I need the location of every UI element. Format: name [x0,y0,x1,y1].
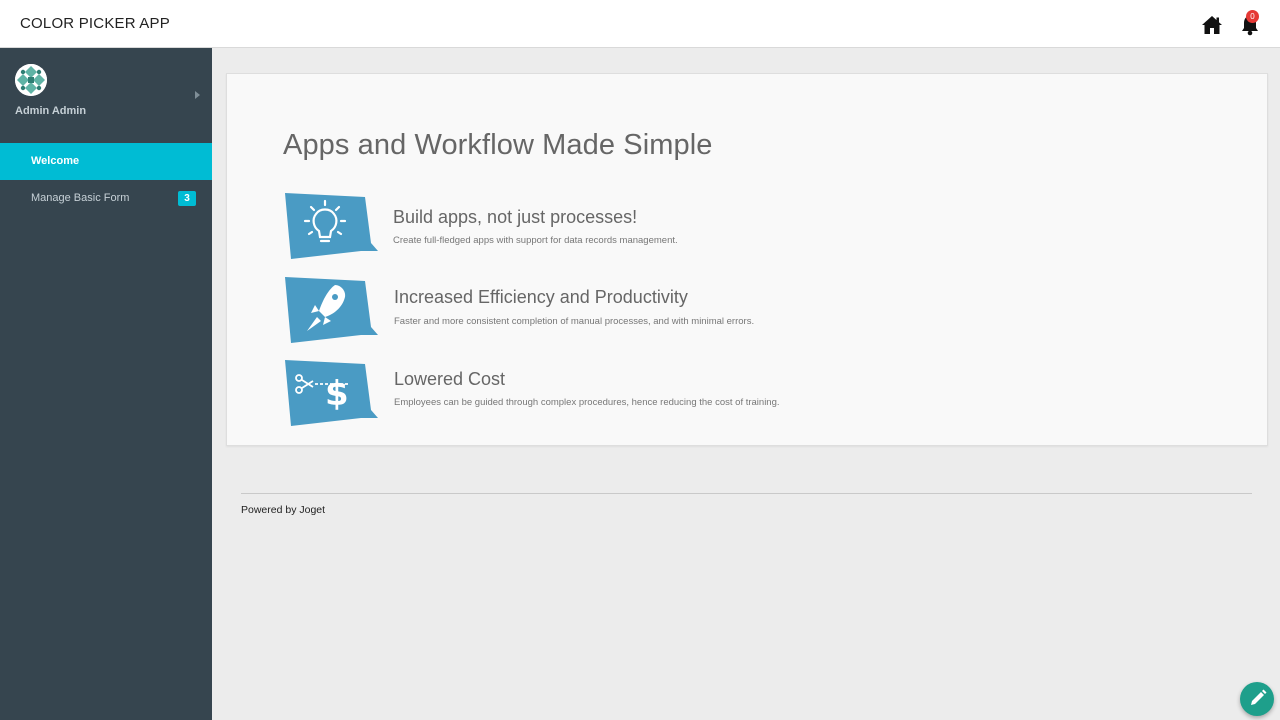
rocket-icon [285,277,378,343]
app-title[interactable]: COLOR PICKER APP [20,15,170,32]
user-name[interactable]: Admin Admin [15,105,86,117]
count-badge: 3 [178,191,196,206]
edit-button[interactable] [1240,682,1274,716]
scissors-dollar-icon: $ [285,360,378,426]
home-icon[interactable] [1201,15,1223,35]
feature-title: Build apps, not just processes! [393,207,638,227]
feature-title: Lowered Cost [394,369,506,389]
page-title: Apps and Workflow Made Simple [283,129,713,161]
powered-by-text: Powered by Joget [241,504,326,516]
feature-description: Create full-fledged apps with support fo… [393,235,678,246]
notification-count-badge: 0 [1246,10,1259,23]
avatar[interactable] [15,64,47,96]
feature-description: Faster and more consistent completion of… [394,316,755,327]
avatar-pattern-icon [15,64,47,96]
sidebar-item-label: Welcome [31,155,80,167]
feature-title: Increased Efficiency and Productivity [394,287,688,307]
pencil-icon [1251,689,1267,705]
sidebar-item-label: Manage Basic Form [31,192,130,204]
footer-divider [241,493,1252,494]
welcome-card: Apps and Workflow Made Simple Build apps… [226,73,1268,446]
sidebar: Admin Admin Welcome Manage Basic Form 3 [0,48,212,720]
sidebar-item-welcome[interactable]: Welcome [0,143,212,180]
svg-text:$: $ [325,374,349,414]
lightbulb-icon [285,193,378,259]
sidebar-item-manage-basic-form[interactable]: Manage Basic Form 3 [0,180,212,217]
feature-description: Employees can be guided through complex … [394,397,780,408]
top-bar: COLOR PICKER APP 0 [0,0,1280,48]
user-menu-arrow-icon[interactable] [195,91,200,99]
